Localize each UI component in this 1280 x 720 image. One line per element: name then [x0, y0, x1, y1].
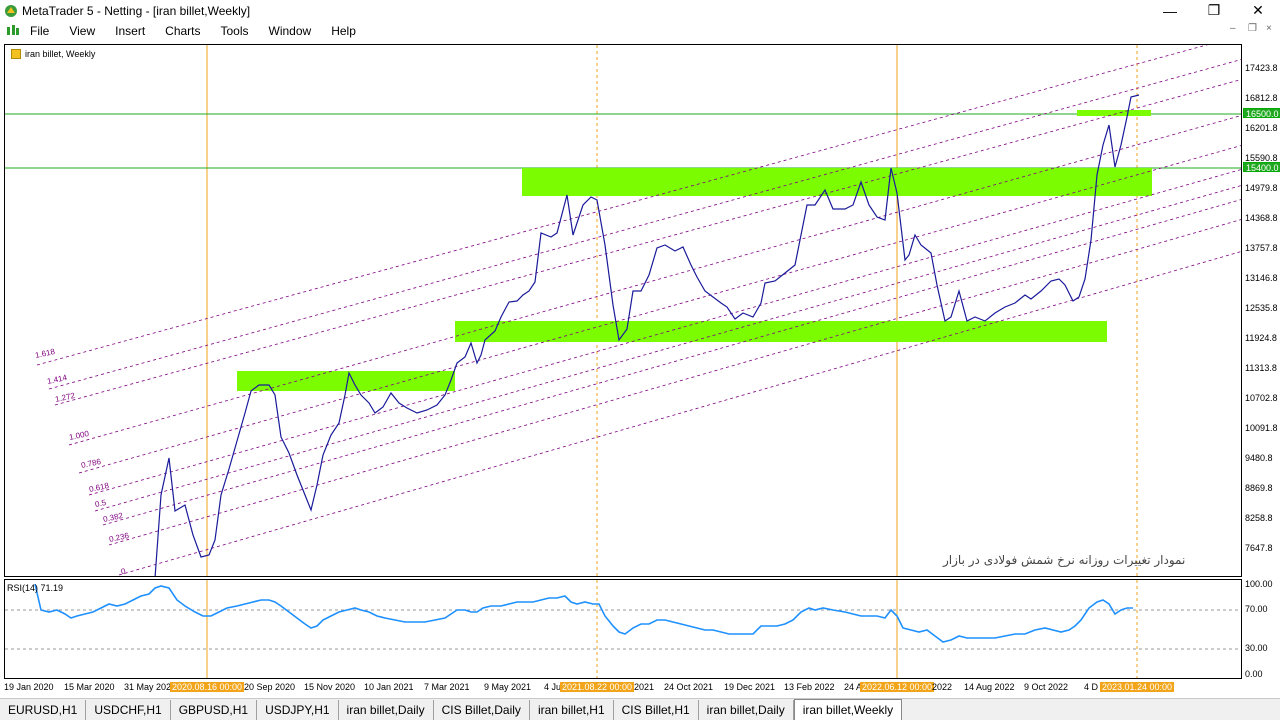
time-tick-highlight: 2021.08.22 00:00: [560, 682, 635, 692]
tab-gbpusd-h1[interactable]: GBPUSD,H1: [171, 700, 258, 720]
rsi-tick: 70.00: [1245, 604, 1268, 614]
tab-cis-billet-h1[interactable]: CIS Billet,H1: [614, 700, 699, 720]
price-tick: 10091.8: [1245, 423, 1278, 433]
time-tick-highlight: 2022.06.12 00:00: [860, 682, 935, 692]
maximize-button[interactable]: ❐: [1192, 0, 1236, 21]
price-axis[interactable]: 17423.8 16812.8 16201.8 15590.8 14979.8 …: [1243, 44, 1280, 680]
hline-price-label: 15400.0: [1243, 162, 1280, 173]
time-tick: 9 Oct 2022: [1024, 682, 1069, 692]
rsi-panel[interactable]: RSI(14) 71.19: [4, 579, 1242, 679]
rsi-line: [34, 583, 1133, 643]
price-tick: 8869.8: [1245, 483, 1273, 493]
menu-tools[interactable]: Tools: [211, 21, 259, 41]
price-tick: 10702.8: [1245, 393, 1278, 403]
minimize-button[interactable]: —: [1148, 0, 1192, 21]
time-tick: 20 Sep 2020: [244, 682, 296, 692]
time-tick: 14 Aug 2022: [964, 682, 1015, 692]
fib-channel: [36, 45, 1241, 576]
rsi-tick: 30.00: [1245, 643, 1268, 653]
menu-view[interactable]: View: [59, 21, 105, 41]
price-tick: 7647.8: [1245, 543, 1273, 553]
menu-bar: File View Insert Charts Tools Window Hel…: [0, 21, 1280, 41]
time-tick: 2021: [634, 682, 655, 692]
tab-usdjpy-h1[interactable]: USDJPY,H1: [257, 700, 339, 720]
support-zone: [455, 321, 1107, 342]
time-tick: 2022: [932, 682, 953, 692]
time-tick: 4 D: [1084, 682, 1099, 692]
title-bar: MetaTrader 5 - Netting - [iran billet,We…: [0, 0, 1280, 21]
menu-window[interactable]: Window: [259, 21, 322, 41]
tab-iran-billet-daily-2[interactable]: iran billet,Daily: [699, 700, 794, 720]
time-tick: 7 Mar 2021: [424, 682, 470, 692]
chart-symbol-label: iran billet, Weekly: [11, 49, 95, 59]
price-tick: 13757.8: [1245, 243, 1278, 253]
top-zone: [1077, 110, 1151, 116]
menu-help[interactable]: Help: [321, 21, 366, 41]
time-tick: 10 Jan 2021: [364, 682, 414, 692]
price-tick: 12535.8: [1245, 303, 1278, 313]
resistance-zone: [522, 168, 1152, 196]
menu-insert[interactable]: Insert: [105, 21, 155, 41]
chart-symbol-text: iran billet, Weekly: [25, 49, 96, 59]
mdi-close-button[interactable]: ×: [1266, 23, 1272, 34]
rsi-tick: 0.00: [1245, 669, 1263, 679]
price-tick: 8258.8: [1245, 513, 1273, 523]
time-tick: 13 Feb 2022: [784, 682, 835, 692]
rsi-label: RSI(14) 71.19: [7, 583, 64, 593]
price-tick: 11924.8: [1245, 333, 1277, 343]
menu-file[interactable]: File: [20, 21, 59, 41]
price-tick: 16201.8: [1245, 123, 1278, 133]
time-tick: 24 Oct 2021: [664, 682, 714, 692]
tab-iran-billet-h1[interactable]: iran billet,H1: [530, 700, 614, 720]
rsi-canvas: [5, 580, 1241, 678]
time-tick: 4 Ju: [544, 682, 562, 692]
close-button[interactable]: ✕: [1236, 0, 1280, 21]
price-tick: 13146.8: [1245, 273, 1278, 283]
window-title: MetaTrader 5 - Netting - [iran billet,We…: [22, 3, 251, 18]
mdi-restore-button[interactable]: ❐: [1248, 23, 1257, 34]
time-tick: 19 Dec 2021: [724, 682, 776, 692]
hline-price-label: 16500.0: [1243, 108, 1280, 119]
metatrader-logo-icon: [5, 4, 17, 17]
price-tick: 16812.8: [1245, 93, 1278, 103]
time-tick: 15 Mar 2020: [64, 682, 115, 692]
menu-charts[interactable]: Charts: [155, 21, 210, 41]
price-chart-canvas: [5, 45, 1241, 576]
time-tick: 9 May 2021: [484, 682, 532, 692]
price-tick: 17423.8: [1245, 63, 1278, 73]
time-tick-highlight: 2020.08.16 00:00: [170, 682, 245, 692]
tab-usdchf-h1[interactable]: USDCHF,H1: [86, 700, 171, 720]
tab-cis-billet-daily[interactable]: CIS Billet,Daily: [434, 700, 530, 720]
tab-eurusd-h1[interactable]: EURUSD,H1: [0, 700, 87, 720]
rsi-tick: 100.00: [1245, 579, 1273, 589]
tab-iran-billet-weekly[interactable]: iran billet,Weekly: [793, 699, 903, 720]
chart-tabs: EURUSD,H1 USDCHF,H1 GBPUSD,H1 USDJPY,H1 …: [0, 698, 1280, 720]
time-tick-highlight: 2023.01.24 00:00: [1100, 682, 1175, 692]
time-tick: 19 Jan 2020: [4, 682, 54, 692]
price-tick: 14979.8: [1245, 183, 1278, 193]
chart-window-icon: [7, 25, 19, 35]
time-tick: 31 May 202: [124, 682, 172, 692]
chart-annotation-text: نمودار تغییرات روزانه نرخ شمش فولادی در …: [943, 553, 1186, 567]
mdi-minimize-button[interactable]: –: [1230, 23, 1236, 34]
time-tick: 15 Nov 2020: [304, 682, 356, 692]
symbol-icon: [11, 49, 21, 59]
tab-iran-billet-daily[interactable]: iran billet,Daily: [339, 700, 434, 720]
price-tick: 11313.8: [1245, 363, 1277, 373]
time-axis[interactable]: 19 Jan 2020 15 Mar 2020 31 May 202 2020.…: [0, 680, 1240, 696]
price-tick: 14368.8: [1245, 213, 1278, 223]
price-chart[interactable]: iran billet, Weekly 1.618 1.414 1.272 1.…: [4, 44, 1242, 577]
price-tick: 9480.8: [1245, 453, 1273, 463]
